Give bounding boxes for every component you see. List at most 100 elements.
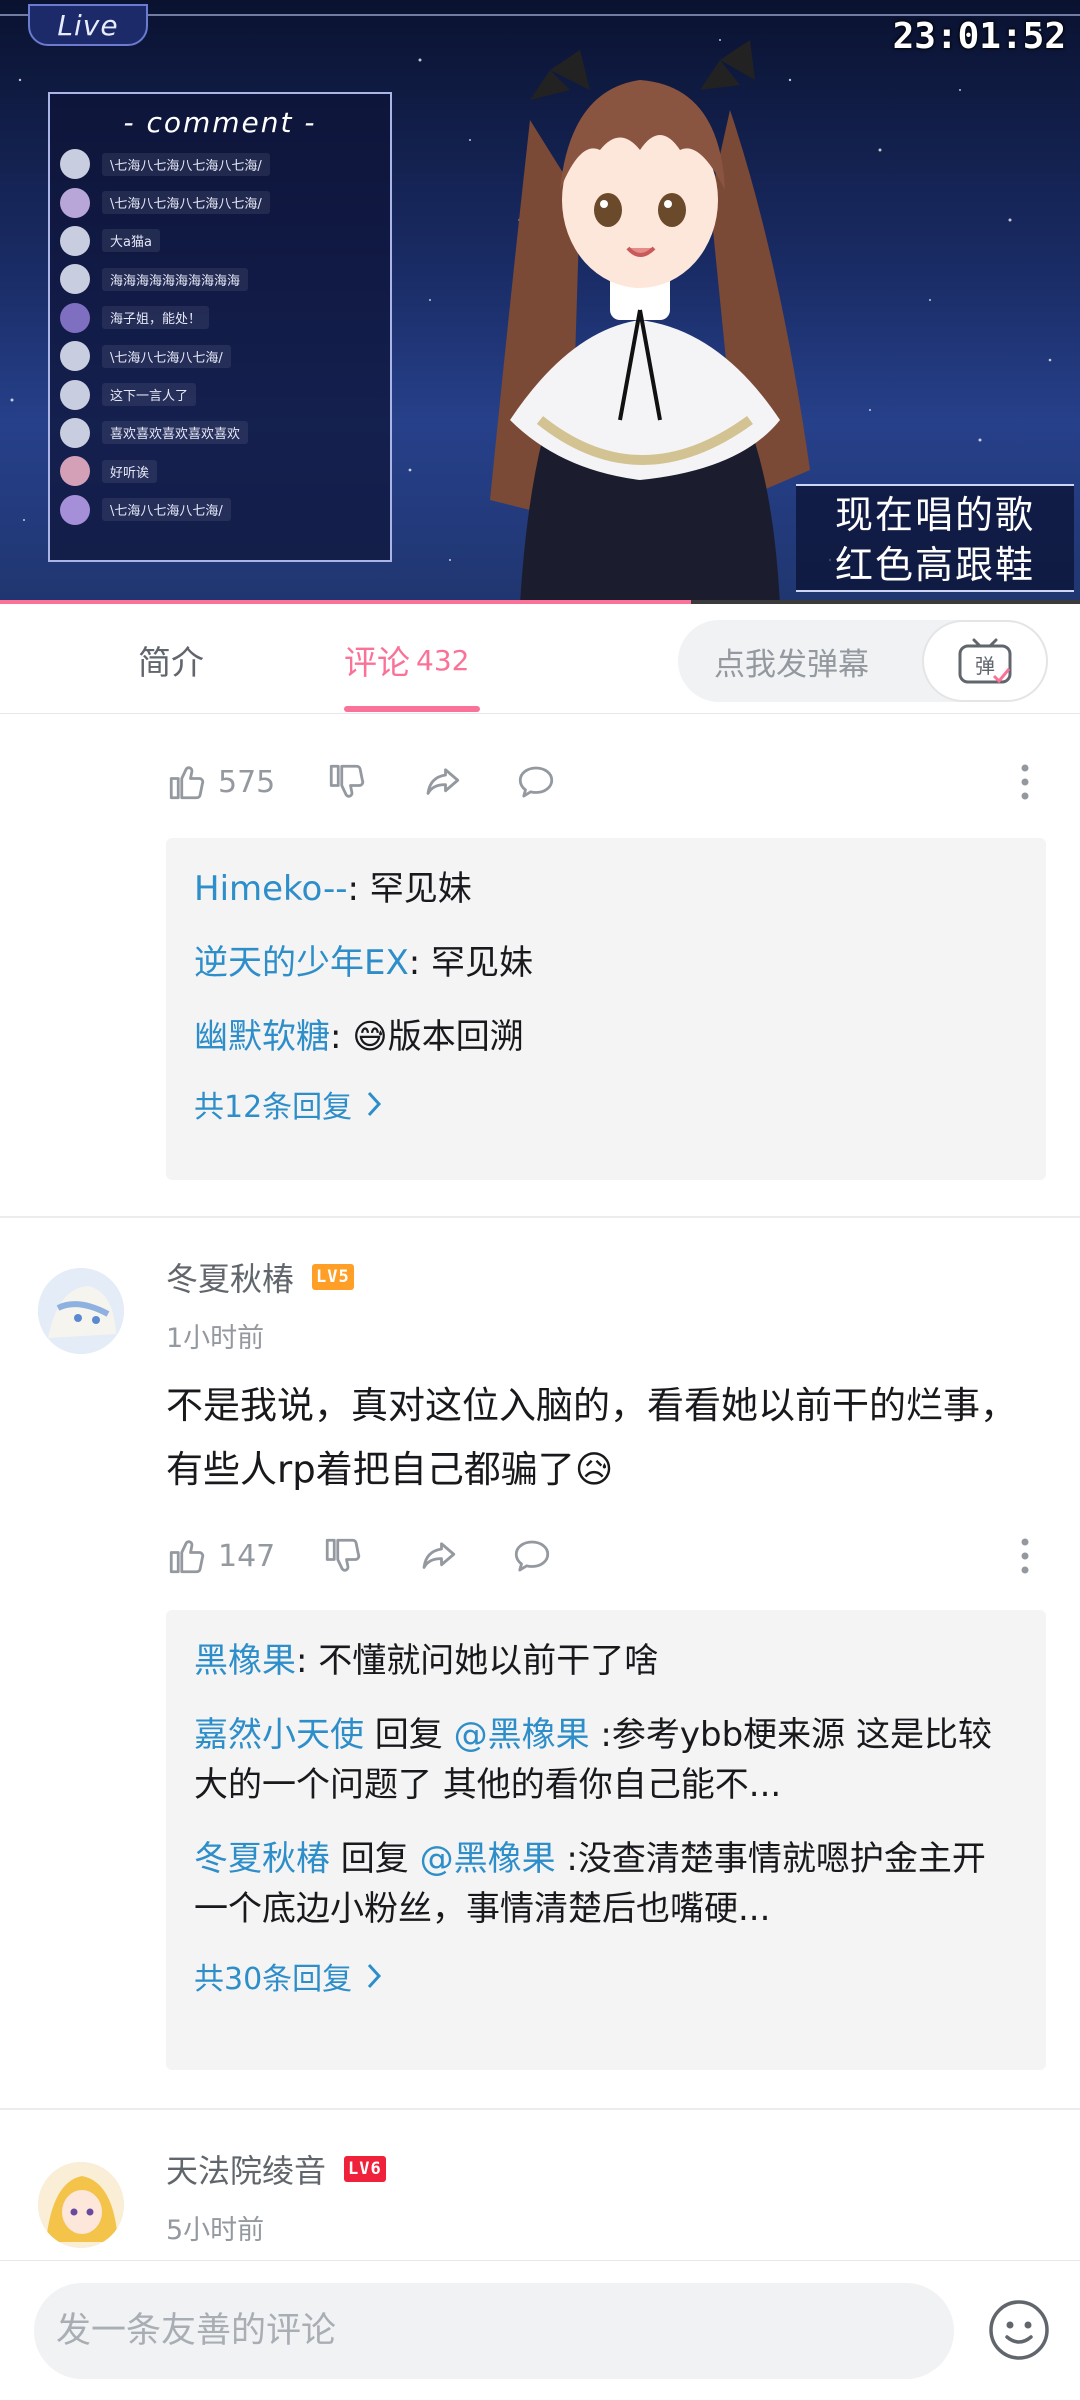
reply-mention[interactable]: @黑橡果 xyxy=(420,1839,556,1879)
chat-avatar xyxy=(60,494,90,525)
like-button[interactable]: 147 xyxy=(166,1526,275,1586)
reply-button[interactable] xyxy=(514,752,558,812)
reply-button[interactable] xyxy=(510,1526,554,1586)
dislike-button[interactable] xyxy=(322,1526,364,1586)
chat-avatar xyxy=(60,417,90,448)
reply-username[interactable]: Himeko-- xyxy=(194,869,348,909)
chat-row: 海子姐，能处！ xyxy=(60,299,380,337)
tab-bar: 简介 评论 432 点我发弹幕 弹 xyxy=(0,606,1080,714)
thumbs-down-icon xyxy=(325,1538,361,1572)
reply-preview-box[interactable]: Himeko--: 罕见妹 逆天的少年EX: 罕见妹 幽默软糖: 😅版本回溯 共… xyxy=(166,838,1046,1180)
more-options-button[interactable] xyxy=(1020,752,1030,812)
emoji-button[interactable] xyxy=(986,2297,1052,2363)
chevron-right-icon xyxy=(368,1091,382,1117)
comment-divider xyxy=(0,1216,1080,1218)
tab-comments-label: 评论 xyxy=(344,643,410,682)
comment-author[interactable]: 天法院绫音 LV6 xyxy=(166,2146,386,2192)
stream-chat-panel: - comment - \七海八七海八七海八七海/ \七海八七海八七海八七海/ … xyxy=(48,92,392,562)
chat-row: 好听诶 xyxy=(60,452,380,490)
danmaku-placeholder: 点我发弹幕 xyxy=(714,646,869,683)
chat-avatar xyxy=(60,379,90,410)
video-progress-fill xyxy=(0,600,692,604)
view-all-replies[interactable]: 共12条回复 xyxy=(194,1082,1018,1126)
chat-text: \七海八七海八七海八七海/ xyxy=(102,152,270,176)
reply-connector: 回复 xyxy=(364,1715,454,1755)
reply-item: Himeko--: 罕见妹 xyxy=(194,864,1018,914)
vtuber-avatar xyxy=(490,40,810,604)
danmaku-btn-label: 弹 xyxy=(975,654,995,678)
chat-avatar xyxy=(60,187,90,218)
comment-text[interactable]: 不是我说，真对这位入脑的，看看她以前干的烂事，有些人rp着把自己都骗了😥 xyxy=(166,1374,1026,1502)
chat-row: \七海八七海八七海八七海/ xyxy=(60,145,380,183)
dislike-button[interactable] xyxy=(326,752,368,812)
now-playing-song: 红色高跟鞋 xyxy=(834,543,1035,587)
chat-text: \七海八七海八七海八七海/ xyxy=(102,191,270,215)
chat-avatar xyxy=(60,225,90,256)
like-button[interactable]: 575 xyxy=(166,752,275,812)
avatar[interactable] xyxy=(38,2162,124,2248)
chevron-right-icon xyxy=(368,1963,382,1989)
tab-comments[interactable]: 评论 432 xyxy=(344,606,469,714)
chat-row: 这下一言人了 xyxy=(60,375,380,413)
view-all-replies[interactable]: 共30条回复 xyxy=(194,1954,1018,1998)
danmaku-tv-icon: 弹 xyxy=(958,638,1012,684)
tab-active-indicator xyxy=(344,706,480,712)
share-icon xyxy=(426,768,460,795)
danmaku-toggle-button[interactable]: 弹 xyxy=(922,620,1048,702)
chat-row: \七海八七海八七海/ xyxy=(60,491,380,529)
reply-username[interactable]: 幽默软糖 xyxy=(194,1017,330,1057)
like-count: 575 xyxy=(218,764,276,800)
tab-intro[interactable]: 简介 xyxy=(138,606,204,714)
reply-username[interactable]: 逆天的少年EX xyxy=(194,943,409,983)
comment-time: 5小时前 xyxy=(166,2215,265,2246)
reply-username[interactable]: 冬夏秋椿 xyxy=(194,1839,330,1879)
reply-text: : 罕见妹 xyxy=(408,943,534,983)
username: 天法院绫音 xyxy=(166,2152,327,2190)
level-badge: LV6 xyxy=(344,2156,386,2182)
comment-bubble-icon xyxy=(514,1540,550,1572)
comment-author[interactable]: 冬夏秋椿 LV5 xyxy=(166,1254,354,1300)
chat-avatar xyxy=(60,341,90,372)
reply-username[interactable]: 嘉然小天使 xyxy=(194,1715,364,1755)
level-badge: LV5 xyxy=(312,1264,354,1290)
username: 冬夏秋椿 xyxy=(166,1260,295,1298)
chat-avatar xyxy=(60,456,90,487)
chat-avatar xyxy=(60,302,90,333)
reply-mention[interactable]: @黑橡果 xyxy=(454,1715,590,1755)
reply-item: 嘉然小天使 回复 @黑橡果 :参考ybb梗来源 这是比较大的一个问题了 其他的看… xyxy=(194,1710,1018,1810)
chat-text: 好听诶 xyxy=(102,459,158,483)
share-button[interactable] xyxy=(416,1526,460,1586)
reply-item: 黑橡果: 不懂就问她以前干了啥 xyxy=(194,1636,1018,1686)
chat-text: \七海八七海八七海/ xyxy=(102,344,231,368)
tab-comments-count: 432 xyxy=(416,643,470,677)
share-button[interactable] xyxy=(420,752,464,812)
reply-connector: 回复 xyxy=(330,1839,420,1879)
reply-preview-box[interactable]: 黑橡果: 不懂就问她以前干了啥 嘉然小天使 回复 @黑橡果 :参考ybb梗来源 … xyxy=(166,1610,1046,2070)
comment-input[interactable] xyxy=(34,2283,954,2379)
thumbs-up-icon xyxy=(169,1540,205,1574)
more-options-button[interactable] xyxy=(1020,1526,1030,1586)
chat-panel-title: - comment - xyxy=(123,106,317,139)
comment-list[interactable]: 575 Himeko--: 罕见妹 逆天的少年EX: 罕见妹 幽默软糖: 😅版本… xyxy=(0,714,1080,2260)
emoji-icon xyxy=(989,2300,1049,2360)
live-badge: Live xyxy=(28,4,148,46)
user-avatar-image xyxy=(38,2162,124,2248)
reply-username[interactable]: 黑橡果 xyxy=(194,1641,296,1681)
reply-text: : 😅版本回溯 xyxy=(330,1017,524,1057)
video-progress-bar[interactable] xyxy=(0,600,1080,604)
more-vertical-icon xyxy=(1021,1538,1029,1574)
reply-text: : 罕见妹 xyxy=(347,869,472,909)
comment-divider xyxy=(0,2108,1080,2110)
more-vertical-icon xyxy=(1021,764,1029,800)
chat-row: 喜欢喜欢喜欢喜欢喜欢 xyxy=(60,414,380,452)
comment-compose-bar xyxy=(0,2260,1080,2400)
danmaku-input[interactable]: 点我发弹幕 弹 xyxy=(678,620,1048,702)
video-clock: 23:01:52 xyxy=(892,16,1066,57)
comment-actions: 147 xyxy=(0,1526,1080,1586)
video-player[interactable]: Live 23:01:52 - comment - \七海八七海八七海八七海/ … xyxy=(0,0,1080,604)
chat-row: \七海八七海八七海八七海/ xyxy=(60,183,380,221)
avatar[interactable] xyxy=(38,1268,124,1354)
chat-text: 这下一言人了 xyxy=(102,383,197,407)
chat-text: \七海八七海八七海/ xyxy=(102,498,231,522)
chat-row: 海海海海海海海海海海 xyxy=(60,260,380,298)
